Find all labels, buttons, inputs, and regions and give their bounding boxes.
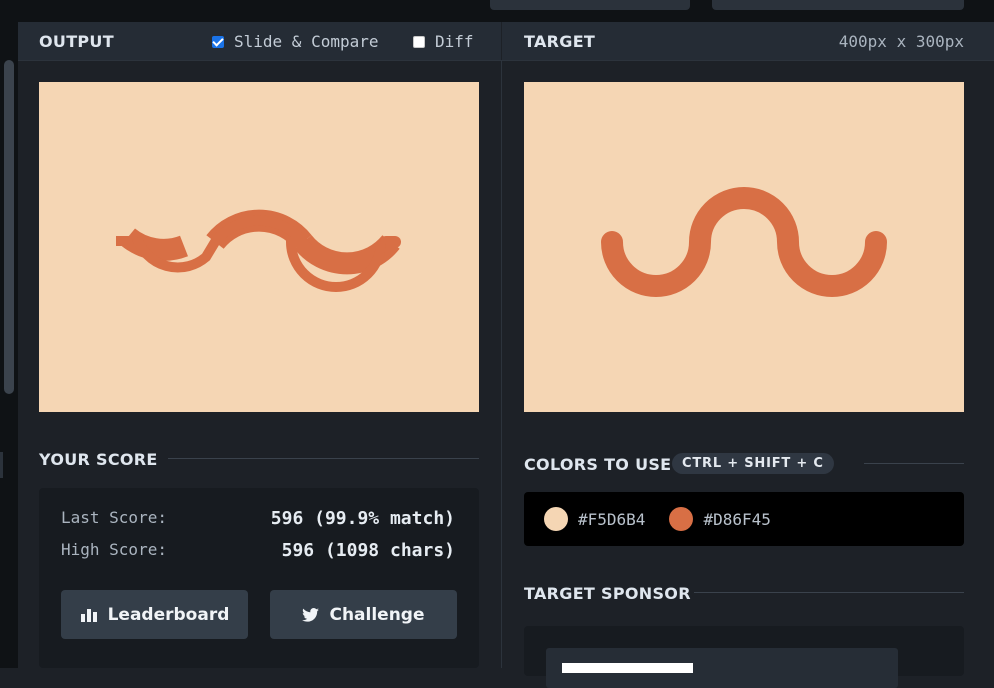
top-toolbar-button[interactable] — [712, 0, 964, 10]
score-section-title: YOUR SCORE — [39, 450, 158, 469]
challenge-button[interactable]: Challenge — [270, 590, 457, 639]
target-dimensions: 400px x 300px — [838, 32, 964, 51]
target-header: TARGET 400px x 300px — [502, 22, 994, 61]
last-score-label: Last Score: — [61, 508, 167, 527]
colors-section-title: COLORS TO USE — [524, 455, 672, 474]
color-swatch[interactable] — [544, 507, 568, 531]
rail-handle[interactable] — [0, 452, 3, 478]
output-canvas[interactable] — [39, 82, 479, 412]
column-divider — [501, 60, 502, 668]
slide-compare-toggle[interactable]: Slide & Compare — [212, 32, 379, 51]
color-swatch-item[interactable]: #F5D6B4 — [544, 507, 645, 531]
color-hex[interactable]: #F5D6B4 — [578, 510, 645, 529]
scrollbar-thumb[interactable] — [4, 60, 14, 394]
target-canvas — [524, 82, 964, 412]
sponsor-logo — [562, 663, 693, 673]
color-swatch-item[interactable]: #D86F45 — [669, 507, 771, 531]
colors-title-rule — [864, 463, 964, 464]
score-title-rule — [168, 458, 479, 459]
diff-checkbox[interactable] — [413, 35, 425, 48]
diff-toggle[interactable]: Diff — [413, 32, 474, 51]
high-score-value: 596 (1098 chars) — [281, 540, 455, 561]
bar-chart-icon — [80, 608, 98, 622]
color-swatch[interactable] — [669, 507, 694, 531]
high-score-label: High Score: — [61, 540, 167, 559]
leaderboard-button[interactable]: Leaderboard — [61, 590, 248, 639]
diff-label: Diff — [435, 32, 474, 51]
sponsor-section-title: TARGET SPONSOR — [524, 584, 691, 603]
twitter-bird-icon — [302, 607, 320, 622]
top-toolbar-button[interactable] — [490, 0, 690, 10]
sponsor-banner[interactable] — [546, 648, 898, 688]
output-title: OUTPUT — [39, 32, 114, 51]
output-header: OUTPUT Slide & Compare Diff — [18, 22, 501, 61]
color-hex[interactable]: #D86F45 — [703, 510, 770, 529]
copy-colors-shortcut: CTRL + SHIFT + C — [672, 453, 834, 474]
score-card: Last Score: 596 (99.9% match) High Score… — [39, 488, 479, 668]
colors-palette: #F5D6B4 #D86F45 — [524, 492, 964, 546]
last-score-value: 596 (99.9% match) — [270, 508, 455, 529]
leaderboard-label: Leaderboard — [107, 604, 230, 625]
slide-compare-label: Slide & Compare — [234, 32, 379, 51]
challenge-label: Challenge — [329, 604, 425, 625]
target-title: TARGET — [524, 32, 596, 51]
slide-compare-checkbox[interactable] — [212, 35, 224, 48]
sponsor-card — [524, 626, 964, 688]
sponsor-title-rule — [694, 592, 964, 593]
